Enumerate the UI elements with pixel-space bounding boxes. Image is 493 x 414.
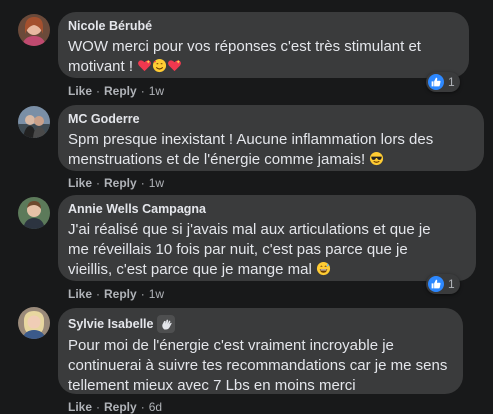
comment-text: Pour moi de l'énergie c'est vraiment inc… — [68, 337, 448, 394]
avatar[interactable] — [18, 14, 50, 46]
comment-actions: Like · Reply · 6d — [68, 400, 162, 414]
comment-bubble: MC Goderre Spm presque inexistant ! Aucu… — [58, 105, 484, 171]
comment-actions: Like · Reply · 1w — [68, 176, 164, 190]
timestamp[interactable]: 6d — [149, 400, 162, 414]
reply-link[interactable]: Reply — [104, 84, 137, 98]
avatar[interactable] — [18, 307, 50, 339]
comment-item: Annie Wells Campagna J'ai réalisé que si… — [0, 195, 493, 305]
thumbs-up-icon — [428, 74, 444, 90]
grinning-face-with-sweat-emoji — [316, 261, 331, 282]
separator-dot: · — [96, 400, 101, 414]
comment-item: Sylvie Isabelle Pour moi de l'énergie c'… — [0, 305, 493, 414]
commenter-name[interactable]: Sylvie Isabelle — [68, 315, 451, 333]
waving-hand-icon — [157, 315, 176, 333]
sparkling-heart-emoji — [167, 58, 182, 79]
like-link[interactable]: Like — [68, 287, 92, 301]
comment-actions: Like · Reply · 1w — [68, 84, 164, 98]
separator-dot: · — [140, 400, 145, 414]
comment-bubble: Annie Wells Campagna J'ai réalisé que si… — [58, 195, 476, 281]
reaction-count: 1 — [448, 75, 455, 89]
comment-actions: Like · Reply · 1w — [68, 287, 164, 301]
comment-text: WOW merci pour vos réponses c'est très s… — [68, 37, 457, 79]
like-link[interactable]: Like — [68, 84, 92, 98]
commenter-name[interactable]: Annie Wells Campagna — [68, 202, 464, 217]
avatar[interactable] — [18, 197, 50, 229]
timestamp[interactable]: 1w — [149, 84, 164, 98]
commenter-name[interactable]: Nicole Bérubé — [68, 19, 457, 34]
comment-bubble: Sylvie Isabelle Pour moi de l'énergie c'… — [58, 308, 463, 394]
separator-dot: · — [140, 176, 145, 190]
separator-dot: · — [96, 84, 101, 98]
comment-item: Nicole Bérubé WOW merci pour vos réponse… — [0, 0, 493, 100]
separator-dot: · — [140, 287, 145, 301]
separator-dot: · — [140, 84, 145, 98]
reaction-summary[interactable]: 1 — [426, 72, 460, 92]
separator-dot: · — [96, 176, 101, 190]
smiling-face-with-sunglasses-emoji — [369, 151, 384, 172]
reaction-count: 1 — [448, 277, 455, 291]
reply-link[interactable]: Reply — [104, 400, 137, 414]
like-link[interactable]: Like — [68, 400, 92, 414]
reply-link[interactable]: Reply — [104, 287, 137, 301]
timestamp[interactable]: 1w — [149, 176, 164, 190]
reply-link[interactable]: Reply — [104, 176, 137, 190]
comment-bubble: Nicole Bérubé WOW merci pour vos réponse… — [58, 12, 469, 78]
sparkling-heart-emoji — [137, 58, 152, 79]
comment-text: Spm presque inexistant ! Aucune inflamma… — [68, 130, 472, 172]
smiling-face-with-hearts-emoji — [152, 58, 167, 79]
comment-text: J'ai réalisé que si j'avais mal aux arti… — [68, 220, 464, 282]
separator-dot: · — [96, 287, 101, 301]
comment-item: MC Goderre Spm presque inexistant ! Aucu… — [0, 100, 493, 195]
timestamp[interactable]: 1w — [149, 287, 164, 301]
like-link[interactable]: Like — [68, 176, 92, 190]
commenter-name[interactable]: MC Goderre — [68, 112, 472, 127]
avatar[interactable] — [18, 106, 50, 138]
thumbs-up-icon — [428, 276, 444, 292]
reaction-summary[interactable]: 1 — [426, 274, 460, 294]
